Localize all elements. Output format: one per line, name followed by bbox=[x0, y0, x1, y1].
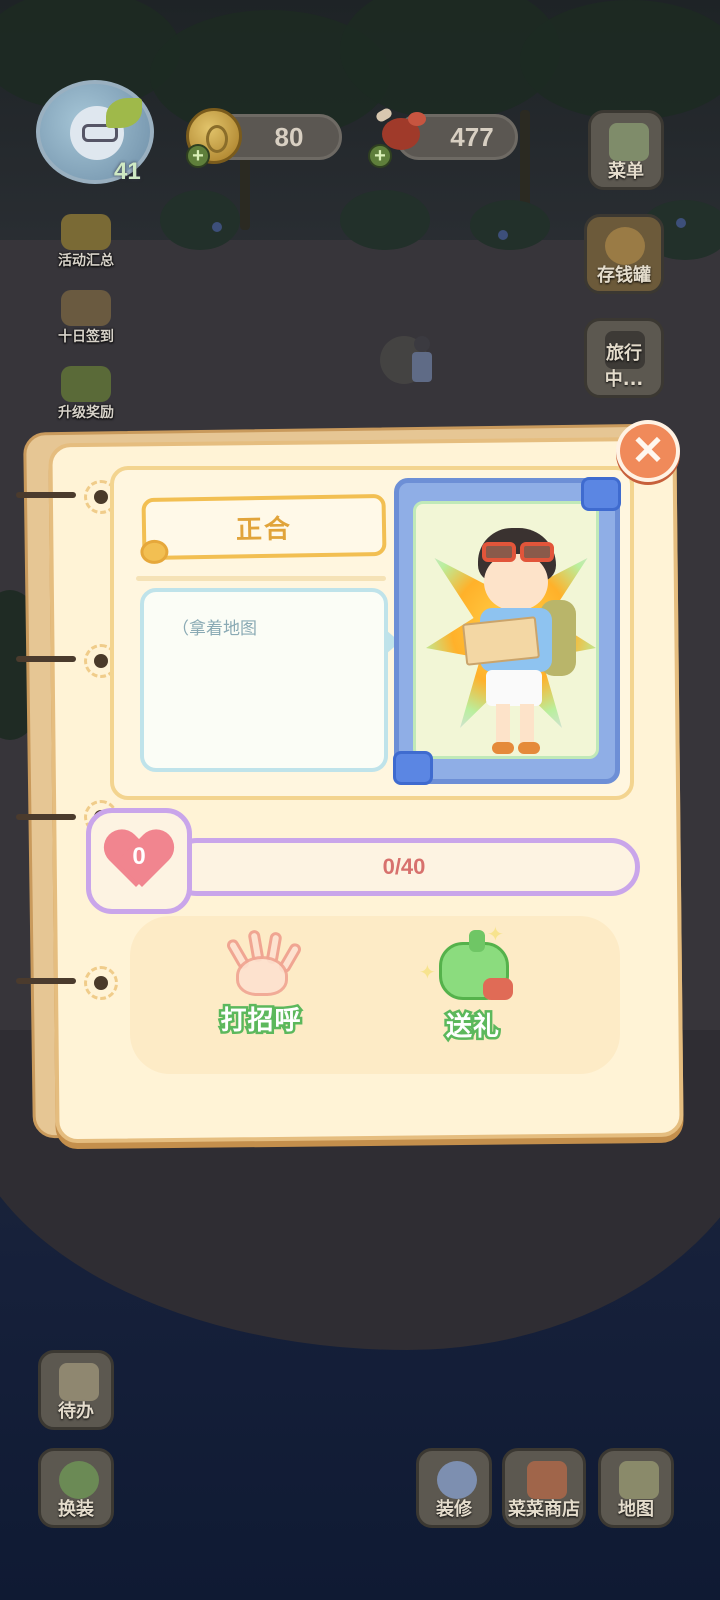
binder-wire bbox=[16, 492, 76, 498]
character-leg bbox=[520, 704, 534, 744]
binder-wire bbox=[16, 656, 76, 662]
ring-hole bbox=[94, 976, 108, 990]
character-name-tag: 正合 bbox=[140, 493, 387, 565]
gift-icon: ✦ ✦ bbox=[419, 922, 523, 1006]
affection-progress-bar: 0/40 bbox=[168, 838, 640, 896]
character-leg bbox=[496, 704, 510, 744]
ring-hole bbox=[94, 654, 108, 668]
card-inner bbox=[413, 501, 599, 759]
character-dialog: 正合 （拿着地图 ✕ 0/40 0 打招呼 ✦ ✦ 送礼 bbox=[0, 0, 720, 1600]
character-face bbox=[484, 554, 548, 610]
sandal bbox=[492, 742, 514, 754]
card-corner bbox=[581, 477, 621, 511]
character-portrait bbox=[456, 524, 576, 756]
heart-icon: 0 bbox=[106, 831, 172, 891]
hand-palm bbox=[236, 956, 288, 996]
close-button[interactable]: ✕ bbox=[616, 420, 680, 482]
sunglasses-icon bbox=[478, 542, 556, 562]
affection-progress-text: 0/40 bbox=[382, 854, 426, 879]
binder-ring bbox=[84, 966, 118, 1000]
gift-ribbon bbox=[469, 930, 485, 952]
divider bbox=[136, 576, 386, 581]
action-panel bbox=[130, 916, 620, 1074]
binder-wire bbox=[16, 814, 76, 820]
sparkle-icon: ✦ bbox=[487, 922, 504, 946]
binder-wire bbox=[16, 978, 76, 984]
speech-bubble: （拿着地图 bbox=[140, 588, 400, 772]
affection-level-badge: 0 bbox=[86, 808, 192, 914]
held-map bbox=[462, 616, 540, 666]
sparkle-icon: ✦ bbox=[419, 960, 436, 984]
character-name: 正合 bbox=[235, 514, 293, 545]
greet-label: 打招呼 bbox=[218, 1004, 303, 1039]
glasses-lens-right bbox=[520, 542, 554, 562]
close-icon: ✕ bbox=[631, 429, 665, 473]
sandal bbox=[518, 742, 540, 754]
ring-hole bbox=[94, 490, 108, 504]
waving-hand-icon bbox=[216, 929, 306, 1000]
gift-wrap bbox=[483, 978, 513, 1000]
glasses-lens-left bbox=[482, 542, 516, 562]
greet-button[interactable]: 打招呼 bbox=[206, 929, 316, 1039]
character-shorts bbox=[486, 670, 542, 706]
card-corner bbox=[393, 751, 433, 785]
character-card bbox=[393, 477, 621, 785]
gift-label: 送礼 bbox=[443, 1010, 501, 1045]
gift-button[interactable]: ✦ ✦ 送礼 bbox=[418, 922, 528, 1045]
speech-text: （拿着地图 bbox=[172, 619, 257, 639]
affection-level: 0 bbox=[132, 843, 146, 870]
